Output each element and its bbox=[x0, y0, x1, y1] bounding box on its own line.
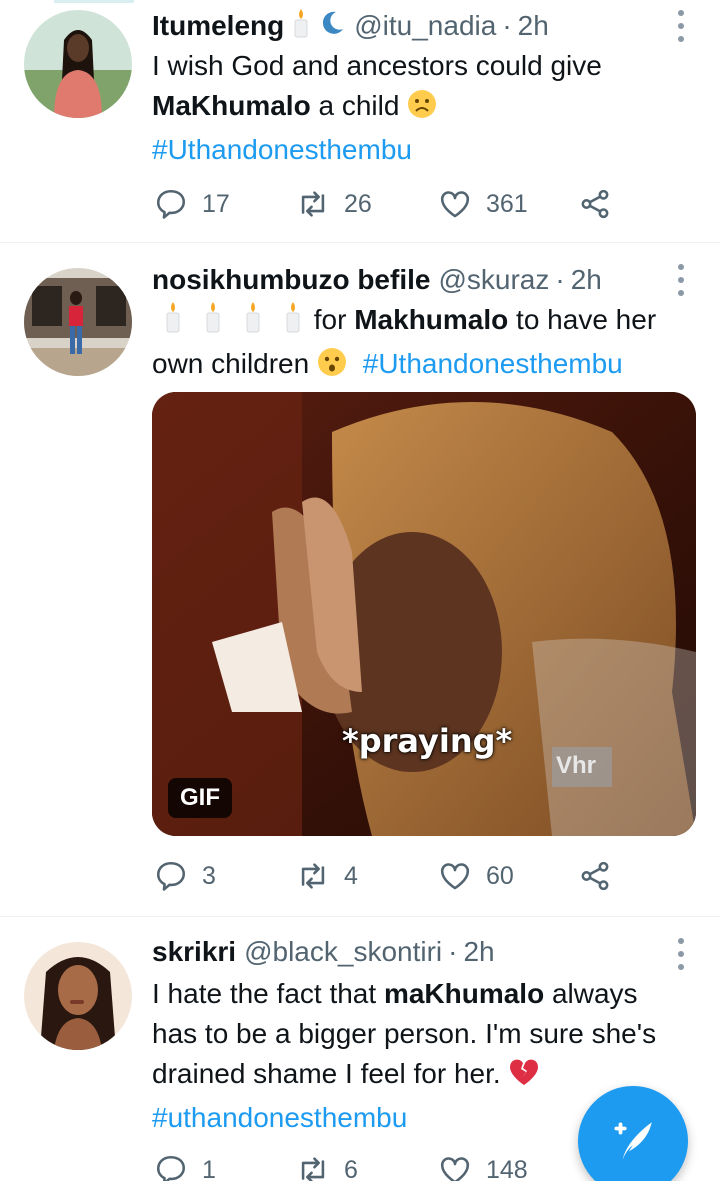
like-button[interactable]: 361 bbox=[438, 184, 528, 224]
tweet-header: Itumeleng @itu_nadia · 2h bbox=[152, 6, 660, 46]
timestamp[interactable]: 2h bbox=[518, 10, 549, 42]
tweet-text-span: a child bbox=[310, 90, 400, 121]
tweet-text-span: I hate the fact that bbox=[152, 978, 384, 1009]
tweet-text-span: for bbox=[306, 304, 355, 335]
tweet-text: for Makhumalo to have her own children #… bbox=[152, 300, 690, 388]
reply-button[interactable]: 3 bbox=[154, 856, 216, 896]
retweet-button[interactable]: 26 bbox=[296, 184, 372, 224]
reply-count: 17 bbox=[202, 189, 230, 218]
tweet-text-line: I hate the fact that maKhumalo always bbox=[152, 974, 690, 1014]
reply-count: 3 bbox=[202, 861, 216, 890]
tweet-text-line: for Makhumalo to have her bbox=[152, 300, 690, 344]
avatar[interactable] bbox=[24, 268, 132, 376]
share-button[interactable] bbox=[578, 184, 612, 224]
like-count: 148 bbox=[486, 1155, 528, 1181]
tweet-text-line: own children #Uthandonesthembu bbox=[152, 344, 690, 388]
more-options-icon[interactable] bbox=[676, 938, 686, 970]
retweet-count: 4 bbox=[344, 861, 358, 890]
like-count: 361 bbox=[486, 189, 528, 218]
share-button[interactable] bbox=[578, 856, 612, 896]
reply-count: 1 bbox=[202, 1155, 216, 1181]
separator-dot: · bbox=[502, 10, 512, 41]
more-options-icon[interactable] bbox=[676, 10, 686, 42]
reply-icon bbox=[156, 1155, 186, 1181]
more-options-icon[interactable] bbox=[676, 264, 686, 296]
timestamp[interactable]: 2h bbox=[571, 264, 602, 296]
crescent-moon-icon bbox=[318, 9, 346, 44]
tweet-header: skrikri @black_skontiri · 2h bbox=[152, 932, 660, 972]
user-handle[interactable]: @black_skontiri bbox=[244, 936, 442, 968]
timestamp[interactable]: 2h bbox=[463, 936, 494, 968]
candle-icon bbox=[164, 301, 182, 344]
like-button[interactable]: 60 bbox=[438, 856, 514, 896]
user-handle[interactable]: @skuraz bbox=[438, 264, 549, 296]
broken-heart-icon bbox=[508, 1057, 540, 1098]
tweet-actions: 3 4 60 bbox=[152, 856, 672, 896]
gif-watermark: Vhr bbox=[556, 752, 597, 779]
tweet-text: I wish God and ancestors could give MaKh… bbox=[152, 46, 690, 170]
display-name[interactable]: nosikhumbuzo befile bbox=[152, 264, 430, 296]
retweet-count: 26 bbox=[344, 189, 372, 218]
gif-media[interactable]: *praying* Vhr GIF bbox=[152, 392, 696, 836]
share-icon bbox=[581, 861, 609, 891]
display-name[interactable]: Itumeleng bbox=[152, 10, 284, 42]
tweet-header: nosikhumbuzo befile @skuraz · 2h bbox=[152, 260, 660, 300]
tweet-actions: 17 26 361 bbox=[152, 184, 672, 224]
hushed-face-icon bbox=[317, 347, 347, 388]
reply-button[interactable]: 1 bbox=[154, 1150, 216, 1181]
user-handle[interactable]: @itu_nadia bbox=[354, 10, 496, 42]
gif-caption: *praying* bbox=[342, 722, 513, 760]
share-icon bbox=[581, 189, 609, 219]
reply-icon bbox=[156, 861, 186, 891]
separator-dot: · bbox=[555, 264, 565, 295]
frowning-face-icon bbox=[407, 89, 437, 130]
retweet-icon bbox=[301, 191, 325, 217]
compose-tweet-icon bbox=[614, 1122, 652, 1160]
tweet-text-line: MaKhumalo a child bbox=[152, 86, 690, 130]
tweet-text-span: drained shame I feel for her. bbox=[152, 1058, 509, 1089]
heart-icon bbox=[440, 863, 470, 890]
retweet-button[interactable]: 6 bbox=[296, 1150, 358, 1181]
retweet-icon bbox=[301, 863, 325, 889]
tweet-text-span: always bbox=[544, 978, 638, 1009]
avatar[interactable] bbox=[24, 10, 132, 118]
like-button[interactable]: 148 bbox=[438, 1150, 528, 1181]
heart-icon bbox=[440, 191, 470, 218]
display-name[interactable]: skrikri bbox=[152, 936, 236, 968]
retweet-icon bbox=[301, 1157, 325, 1181]
retweet-count: 6 bbox=[344, 1155, 358, 1181]
hashtag-link[interactable]: #Uthandonesthembu bbox=[152, 130, 690, 170]
gif-badge: GIF bbox=[168, 778, 232, 818]
tweet-itumeleng[interactable]: Itumeleng @itu_nadia · 2h I wish God and… bbox=[0, 0, 720, 242]
candle-icon bbox=[204, 301, 222, 344]
tweet-text-line: I wish God and ancestors could give bbox=[152, 50, 602, 81]
mention-bold: Makhumalo bbox=[354, 304, 509, 335]
reply-icon bbox=[156, 189, 186, 219]
tweet-text-span: own children bbox=[152, 348, 317, 379]
heart-icon bbox=[440, 1157, 470, 1181]
like-count: 60 bbox=[486, 861, 514, 890]
reply-button[interactable]: 17 bbox=[154, 184, 230, 224]
mention-bold: MaKhumalo bbox=[152, 90, 311, 121]
mention-bold: maKhumalo bbox=[383, 978, 545, 1009]
hashtag-link[interactable]: #Uthandonesthembu bbox=[363, 348, 623, 379]
candle-icon bbox=[244, 301, 262, 344]
tweet-text-span: to have her bbox=[508, 304, 657, 335]
tweet-text-line: has to be a bigger person. I'm sure she'… bbox=[152, 1018, 657, 1049]
candle-icon bbox=[284, 301, 302, 344]
candle-icon bbox=[292, 8, 310, 45]
avatar[interactable] bbox=[24, 942, 132, 1050]
separator-dot: · bbox=[448, 936, 458, 967]
retweet-button[interactable]: 4 bbox=[296, 856, 358, 896]
